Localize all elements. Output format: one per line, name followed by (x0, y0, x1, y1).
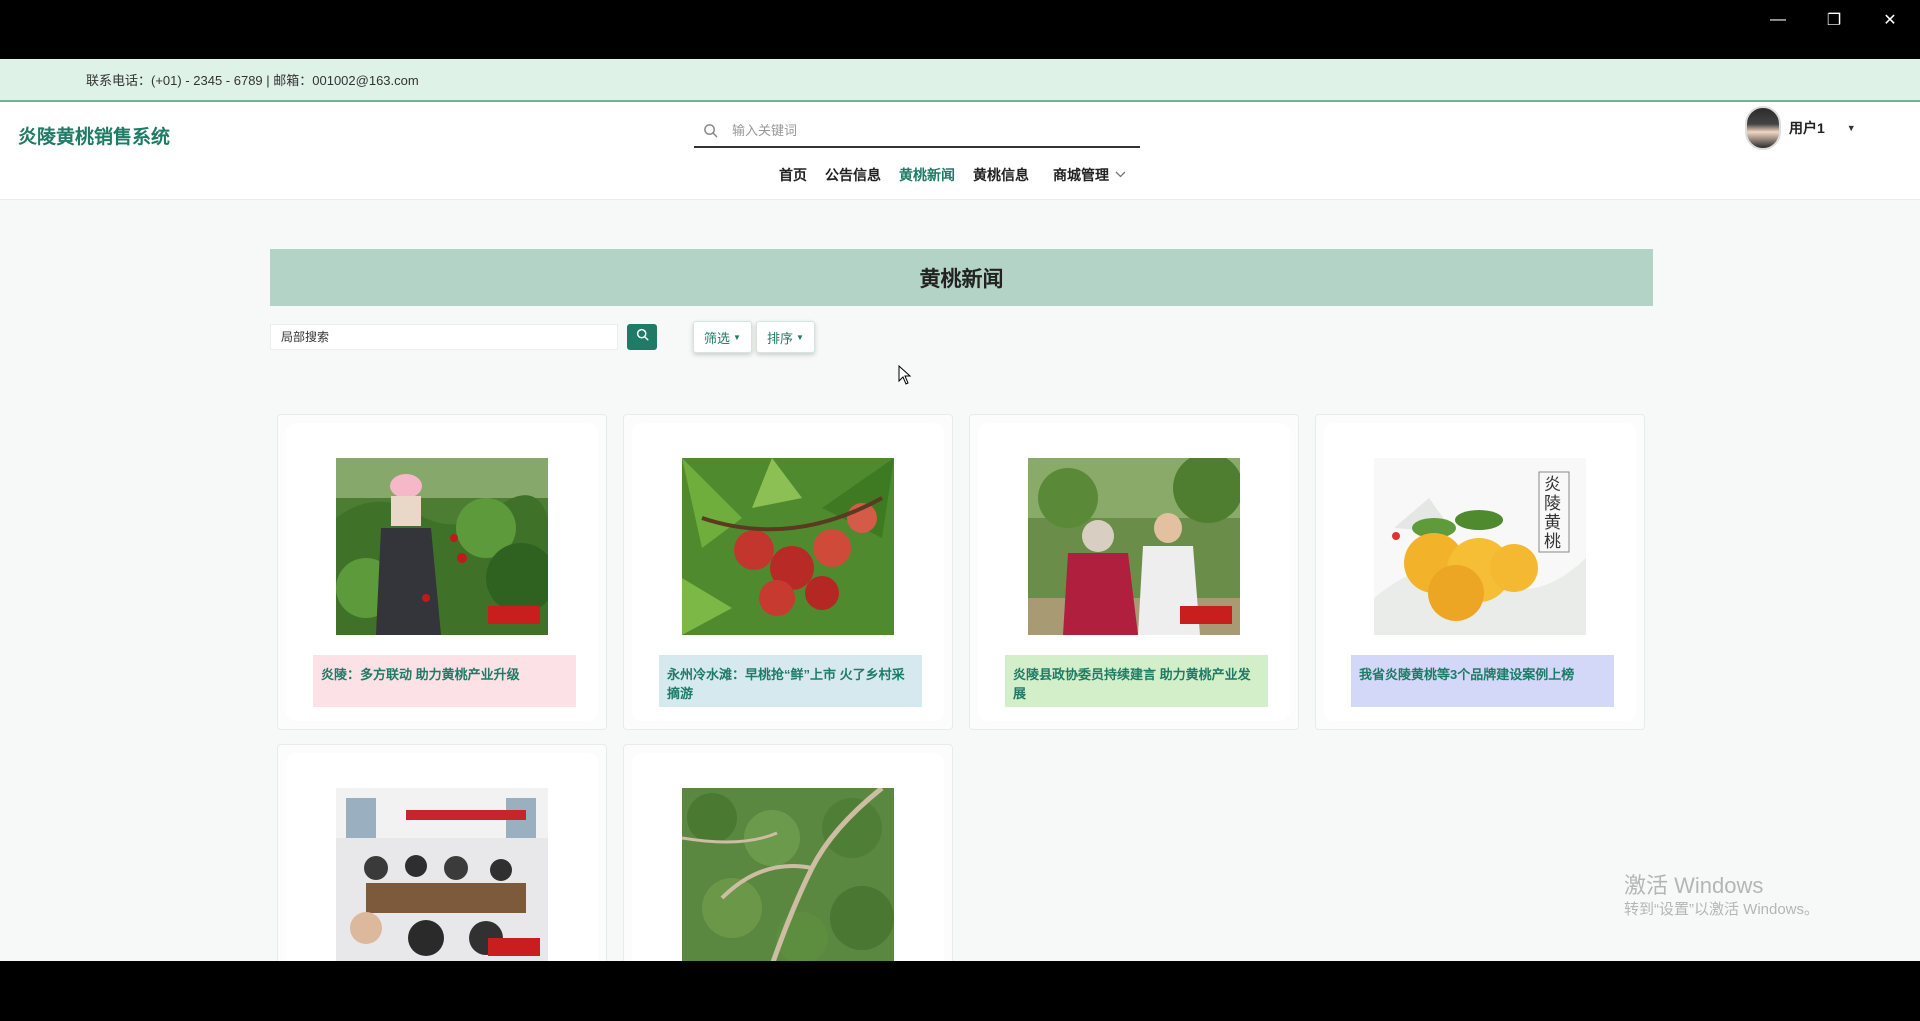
news-image[interactable] (1028, 458, 1240, 635)
mouse-cursor-icon (898, 364, 912, 385)
news-card[interactable] (623, 744, 953, 961)
window-titlebar: — ❐ ✕ (0, 0, 1920, 59)
news-image[interactable]: 炎陵黄桃 (1374, 458, 1586, 635)
nav-label: 黄桃信息 (973, 167, 1029, 183)
nav-label: 黄桃新闻 (899, 167, 955, 183)
main-nav: 首页 公告信息 黄桃新闻 黄桃信息 商城管理 (770, 165, 1135, 185)
nav-peach-info[interactable]: 黄桃信息 (964, 165, 1038, 185)
news-caption-text: 永州冷水滩：早桃抢“鲜”上市 火了乡村采摘游 (667, 667, 905, 701)
nav-home[interactable]: 首页 (770, 165, 816, 185)
nav-label: 商城管理 (1053, 167, 1109, 183)
windows-activation-hint: 转到“设置”以激活 Windows。 (1624, 901, 1820, 918)
news-image[interactable] (336, 788, 548, 961)
news-caption[interactable]: 炎陵县政协委员持续建言 助力黄桃产业发展 (1005, 655, 1268, 707)
news-card[interactable]: 炎陵：多方联动 助力黄桃产业升级 (277, 414, 607, 730)
keyword-search-input[interactable] (726, 122, 1106, 138)
news-card-inner (286, 753, 598, 961)
bottom-letterbox (0, 961, 1920, 1021)
caret-down-icon: ▼ (795, 332, 804, 342)
news-card-inner (632, 753, 944, 961)
news-card-inner: 炎陵县政协委员持续建言 助力黄桃产业发展 (978, 423, 1290, 721)
news-card-inner: 炎陵：多方联动 助力黄桃产业升级 (286, 423, 598, 721)
contact-text: 联系电话：(+01) - 2345 - 6789 | 邮箱：001002@163… (86, 73, 419, 88)
global-search (694, 114, 1140, 148)
news-card-inner: 永州冷水滩：早桃抢“鲜”上市 火了乡村采摘游 (632, 423, 944, 721)
news-caption[interactable]: 我省炎陵黄桃等3个品牌建设案例上榜 (1351, 655, 1614, 707)
page-title: 黄桃新闻 (919, 267, 1004, 291)
poster-vertical-text: 炎陵黄桃 (1544, 475, 1561, 552)
search-button[interactable] (627, 324, 657, 350)
caret-down-icon: ▼ (1846, 123, 1856, 133)
page-viewport: 联系电话：(+01) - 2345 - 6789 | 邮箱：001002@163… (0, 59, 1920, 961)
toolbar: 筛选▼ 排序▼ (270, 321, 815, 353)
search-icon[interactable] (694, 123, 726, 138)
sort-label: 排序 (766, 330, 793, 346)
maximize-button[interactable]: ❐ (1806, 0, 1862, 40)
nav-mall-management[interactable]: 商城管理 (1044, 165, 1135, 185)
site-brand[interactable]: 炎陵黄桃销售系统 (18, 122, 170, 149)
contact-bar: 联系电话：(+01) - 2345 - 6789 | 邮箱：001002@163… (0, 59, 1920, 102)
news-card[interactable]: 炎陵黄桃 我省炎陵黄桃等3个品牌建设案例上榜 (1315, 414, 1645, 730)
filter-label: 筛选 (704, 330, 731, 346)
news-card[interactable] (277, 744, 607, 961)
chevron-down-icon (1115, 170, 1126, 181)
news-image[interactable] (336, 458, 548, 635)
user-name: 用户1 (1789, 120, 1825, 136)
news-image[interactable] (682, 458, 894, 635)
search-icon (636, 328, 649, 346)
news-caption-text: 炎陵：多方联动 助力黄桃产业升级 (321, 667, 520, 682)
page-title-banner: 黄桃新闻 (270, 249, 1653, 306)
news-caption[interactable]: 炎陵：多方联动 助力黄桃产业升级 (313, 655, 576, 707)
nav-label: 首页 (779, 167, 807, 183)
local-search-input[interactable] (270, 324, 618, 350)
close-button[interactable]: ✕ (1862, 0, 1918, 40)
news-caption-text: 炎陵县政协委员持续建言 助力黄桃产业发展 (1013, 667, 1251, 701)
sort-dropdown-button[interactable]: 排序 ▼ (755, 321, 815, 353)
news-caption-text: 我省炎陵黄桃等3个品牌建设案例上榜 (1359, 667, 1575, 682)
news-caption[interactable]: 永州冷水滩：早桃抢“鲜”上市 火了乡村采摘游 (659, 655, 922, 707)
filter-dropdown-button[interactable]: 筛选 ▼ (693, 321, 752, 353)
news-image[interactable] (682, 788, 894, 961)
minimize-button[interactable]: — (1750, 0, 1806, 40)
nav-announcements[interactable]: 公告信息 (816, 165, 890, 185)
site-header: 炎陵黄桃销售系统 首页 公告信息 黄桃新闻 黄桃信息 商城管理 用户1 ▼ (0, 102, 1920, 200)
news-card[interactable]: 永州冷水滩：早桃抢“鲜”上市 火了乡村采摘游 (623, 414, 953, 730)
user-menu[interactable]: 用户1 ▼ (1745, 106, 1856, 150)
caret-down-icon: ▼ (733, 332, 741, 342)
windows-activation-watermark: 激活 Windows (1624, 873, 1764, 898)
nav-label: 公告信息 (825, 167, 881, 183)
news-card[interactable]: 炎陵县政协委员持续建言 助力黄桃产业发展 (969, 414, 1299, 730)
news-card-inner: 炎陵黄桃 我省炎陵黄桃等3个品牌建设案例上榜 (1324, 423, 1636, 721)
nav-peach-news[interactable]: 黄桃新闻 (890, 165, 964, 185)
avatar[interactable] (1745, 106, 1781, 150)
